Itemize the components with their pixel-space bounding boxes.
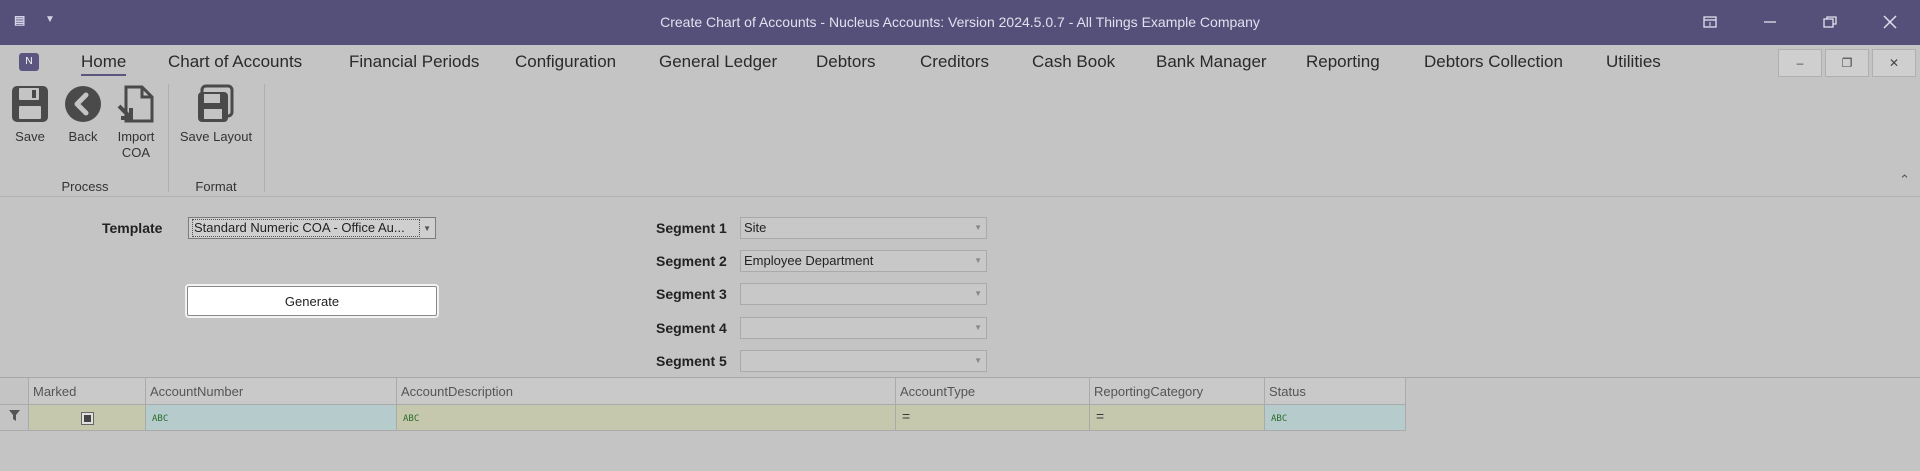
column-header-account-number[interactable]: AccountNumber: [146, 378, 397, 405]
segment-4-combo[interactable]: ▼: [740, 317, 987, 339]
filter-cell-status[interactable]: ABC: [1265, 405, 1406, 431]
window-title: Create Chart of Accounts - Nucleus Accou…: [660, 14, 1260, 30]
tab-debtors[interactable]: Debtors: [816, 52, 876, 72]
import-coa-button[interactable]: Import COA: [113, 84, 159, 161]
chevron-down-icon[interactable]: ▼: [423, 219, 431, 239]
text-filter-icon: ABC: [403, 414, 420, 424]
tab-creditors[interactable]: Creditors: [920, 52, 989, 72]
save-layout-label: Save Layout: [179, 129, 253, 144]
template-combo[interactable]: Standard Numeric COA - Office Au... ▼: [188, 217, 436, 239]
filter-cell-account-description[interactable]: ABC: [397, 405, 896, 431]
save-layout-icon: [198, 84, 234, 122]
segment-5-label: Segment 5: [656, 353, 727, 369]
save-button[interactable]: Save: [10, 84, 50, 144]
column-header-reporting-category[interactable]: ReportingCategory: [1090, 378, 1265, 405]
back-button[interactable]: Back: [63, 84, 103, 144]
segment-1-value: Site: [744, 220, 767, 235]
tab-bank-manager[interactable]: Bank Manager: [1156, 52, 1267, 72]
text-filter-icon: ABC: [1271, 414, 1288, 424]
group-label-process: Process: [61, 179, 109, 194]
segment-2-label: Segment 2: [656, 253, 727, 269]
filter-cell-account-type[interactable]: =: [896, 405, 1090, 431]
tab-utilities[interactable]: Utilities: [1606, 52, 1661, 72]
tab-home[interactable]: Home: [81, 52, 127, 76]
segment-2-combo[interactable]: Employee Department ▼: [740, 250, 987, 272]
column-header-status[interactable]: Status: [1265, 378, 1406, 405]
tab-general-ledger[interactable]: General Ledger: [659, 52, 777, 72]
tab-financial-periods[interactable]: Financial Periods: [349, 52, 479, 72]
template-label: Template: [102, 220, 163, 236]
chevron-down-icon[interactable]: ▼: [974, 218, 982, 238]
ribbon: Save Back Import COA Process Save Layout…: [0, 80, 1920, 197]
segment-1-label: Segment 1: [656, 220, 727, 236]
group-label-format: Format: [195, 179, 237, 194]
generate-button[interactable]: Generate: [187, 286, 437, 316]
segment-2-value: Employee Department: [744, 253, 874, 268]
row-indicator-header: [0, 378, 29, 405]
ribbon-display-options-icon[interactable]: [1690, 8, 1730, 36]
app-menu-icon[interactable]: N: [19, 53, 39, 71]
filter-cell-account-number[interactable]: ABC: [146, 405, 397, 431]
equals-filter-icon: =: [1096, 408, 1105, 424]
column-header-marked[interactable]: Marked: [29, 378, 146, 405]
mdi-restore-button[interactable]: ❐: [1825, 49, 1869, 77]
restore-icon[interactable]: [1810, 8, 1850, 36]
filter-cell-reporting-category[interactable]: =: [1090, 405, 1265, 431]
tab-cash-book[interactable]: Cash Book: [1032, 52, 1115, 72]
mdi-close-button[interactable]: ✕: [1872, 49, 1916, 77]
save-label: Save: [15, 129, 45, 144]
minimize-icon[interactable]: [1750, 8, 1790, 36]
chevron-down-icon[interactable]: ▼: [974, 284, 982, 304]
ribbon-separator: [264, 84, 265, 192]
back-arrow-icon: [65, 86, 101, 122]
equals-filter-icon: =: [902, 408, 911, 424]
text-filter-icon: ABC: [152, 414, 169, 424]
tab-debtors-collection[interactable]: Debtors Collection: [1424, 52, 1563, 72]
chevron-down-icon[interactable]: ▼: [974, 318, 982, 338]
close-icon[interactable]: [1870, 8, 1910, 36]
column-header-account-type[interactable]: AccountType: [896, 378, 1090, 405]
ribbon-tabs: N Home Chart of Accounts Financial Perio…: [0, 45, 1920, 80]
template-value: Standard Numeric COA - Office Au...: [192, 219, 420, 237]
floppy-disk-icon: [12, 86, 48, 122]
import-file-icon: [117, 85, 154, 123]
segment-1-combo[interactable]: Site ▼: [740, 217, 987, 239]
segment-4-label: Segment 4: [656, 320, 727, 336]
tab-reporting[interactable]: Reporting: [1306, 52, 1380, 72]
segment-5-combo[interactable]: ▼: [740, 350, 987, 372]
ribbon-separator: [168, 84, 169, 192]
tab-chart-of-accounts[interactable]: Chart of Accounts: [168, 52, 302, 72]
column-header-account-description[interactable]: AccountDescription: [397, 378, 896, 405]
chevron-down-icon[interactable]: ▼: [974, 251, 982, 271]
segment-3-combo[interactable]: ▼: [740, 283, 987, 305]
segment-3-label: Segment 3: [656, 286, 727, 302]
checkbox-icon[interactable]: [80, 412, 94, 426]
collapse-ribbon-icon[interactable]: ⌃: [1899, 172, 1910, 188]
mdi-minimize-button[interactable]: –: [1778, 49, 1822, 77]
filter-icon[interactable]: [0, 405, 29, 431]
accounts-grid[interactable]: Marked AccountNumber AccountDescription …: [0, 377, 1920, 471]
import-label-line2: COA: [121, 145, 151, 160]
filter-cell-marked[interactable]: [29, 405, 146, 431]
tab-configuration[interactable]: Configuration: [515, 52, 616, 72]
back-label: Back: [68, 129, 98, 144]
chevron-down-icon[interactable]: ▼: [974, 351, 982, 371]
title-bar: ▤ ▼ Create Chart of Accounts - Nucleus A…: [0, 0, 1920, 45]
save-layout-button[interactable]: Save Layout: [176, 84, 256, 144]
import-label-line1: Import: [117, 129, 155, 144]
